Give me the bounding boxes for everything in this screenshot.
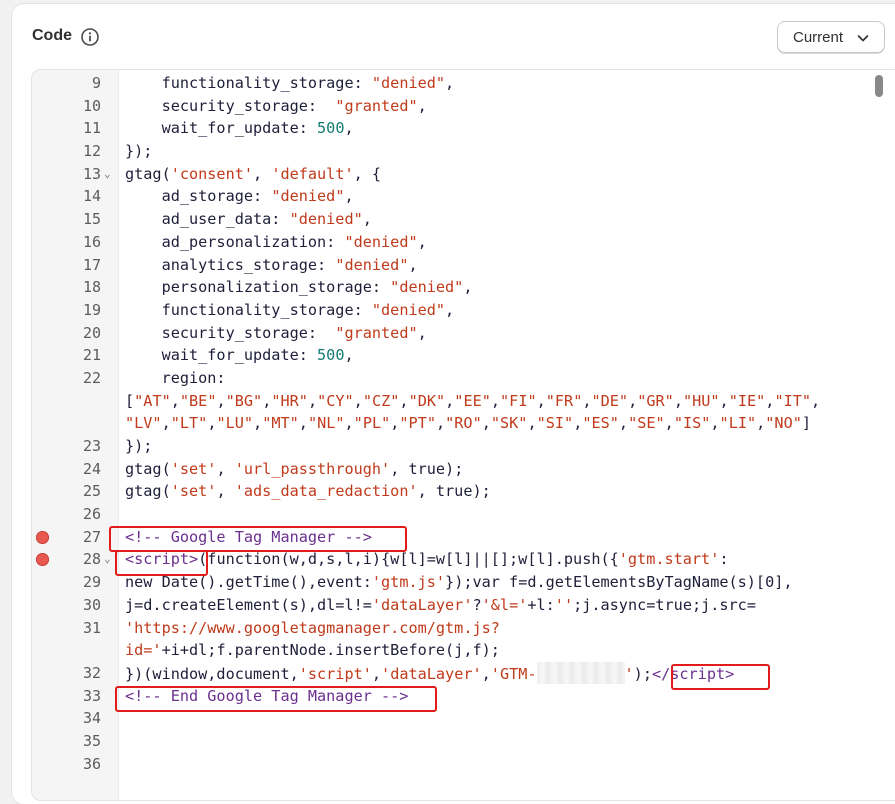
line-number: 18 bbox=[82, 278, 101, 297]
code-text[interactable]: ad_storage: "denied", bbox=[125, 185, 354, 208]
code-text[interactable]: new Date().getTime(),event:'gtm.js'});va… bbox=[125, 571, 793, 594]
info-icon[interactable] bbox=[80, 27, 100, 47]
code-text[interactable]: 'https://www.googletagmanager.com/gtm.js… bbox=[125, 617, 500, 640]
line-number: 29 bbox=[82, 573, 101, 592]
code-text[interactable]: analytics_storage: "denied", bbox=[125, 254, 418, 277]
line-number: 22 bbox=[82, 368, 101, 387]
code-text[interactable]: ["AT","BE","BG","HR","CY","CZ","DK","EE"… bbox=[125, 390, 820, 413]
line-number: 32 bbox=[82, 663, 101, 682]
line-number: 33 bbox=[82, 686, 101, 705]
version-select-label: Current bbox=[793, 28, 844, 46]
line-number: 12 bbox=[82, 142, 101, 161]
code-text[interactable]: functionality_storage: "denied", bbox=[125, 299, 455, 322]
line-number: 28 bbox=[82, 550, 101, 569]
line-number: 34 bbox=[82, 709, 101, 728]
code-text[interactable]: ad_personalization: "denied", bbox=[125, 231, 427, 254]
code-text[interactable]: personalization_storage: "denied", bbox=[125, 276, 473, 299]
code-text[interactable]: gtag('consent', 'default', { bbox=[125, 163, 381, 186]
code-text[interactable]: functionality_storage: "denied", bbox=[125, 72, 455, 95]
line-number: 21 bbox=[82, 346, 101, 365]
line-number: 11 bbox=[82, 119, 101, 138]
fold-chevron-icon[interactable]: ⌄ bbox=[104, 548, 111, 571]
version-select[interactable]: Current bbox=[777, 21, 885, 53]
line-number: 19 bbox=[82, 300, 101, 319]
code-text[interactable]: wait_for_update: 500, bbox=[125, 344, 354, 367]
line-number: 35 bbox=[82, 731, 101, 750]
line-number: 26 bbox=[82, 505, 101, 524]
chevron-down-icon bbox=[857, 35, 869, 42]
code-text[interactable]: security_storage: "granted", bbox=[125, 95, 427, 118]
line-number: 20 bbox=[82, 323, 101, 342]
code-text[interactable]: "LV","LT","LU","MT","NL","PL","PT","RO",… bbox=[125, 412, 811, 435]
code-text[interactable]: })(window,document,'script','dataLayer',… bbox=[125, 661, 734, 686]
code-text[interactable]: <!-- End Google Tag Manager --> bbox=[125, 685, 408, 708]
code-text[interactable]: <!-- Google Tag Manager --> bbox=[125, 526, 372, 549]
code-text[interactable]: }); bbox=[125, 435, 152, 458]
code-text[interactable]: j=d.createElement(s),dl=l!='dataLayer'?'… bbox=[125, 594, 756, 617]
code-text[interactable]: security_storage: "granted", bbox=[125, 322, 427, 345]
line-number: 23 bbox=[82, 437, 101, 455]
line-number: 30 bbox=[82, 595, 101, 614]
fold-chevron-icon[interactable]: ⌄ bbox=[104, 163, 111, 186]
code-text[interactable]: <script>(function(w,d,s,l,i){w[l]=w[l]||… bbox=[125, 548, 729, 571]
line-number: 10 bbox=[82, 96, 101, 115]
line-number: 36 bbox=[82, 754, 101, 773]
code-text[interactable]: wait_for_update: 500, bbox=[125, 117, 354, 140]
line-number: 15 bbox=[82, 210, 101, 229]
line-number: 27 bbox=[82, 527, 101, 546]
code-text[interactable]: ad_user_data: "denied", bbox=[125, 208, 372, 231]
vertical-scrollbar[interactable] bbox=[875, 75, 883, 97]
line-number: 9 bbox=[91, 74, 101, 92]
line-number: 17 bbox=[82, 255, 101, 274]
code-text[interactable]: id='+i+dl;f.parentNode.insertBefore(j,f)… bbox=[125, 639, 500, 662]
line-number: 14 bbox=[82, 187, 101, 206]
line-number: 31 bbox=[82, 618, 101, 637]
code-text[interactable]: }); bbox=[125, 140, 152, 163]
code-text[interactable]: region: bbox=[125, 367, 226, 390]
line-number: 16 bbox=[82, 232, 101, 251]
line-number: 25 bbox=[82, 482, 101, 501]
line-number: 24 bbox=[82, 459, 101, 478]
code-text[interactable]: gtag('set', 'ads_data_redaction', true); bbox=[125, 480, 491, 503]
code-text[interactable]: gtag('set', 'url_passthrough', true); bbox=[125, 458, 463, 481]
section-title: Code bbox=[32, 27, 72, 44]
line-number: 13 bbox=[82, 164, 101, 183]
